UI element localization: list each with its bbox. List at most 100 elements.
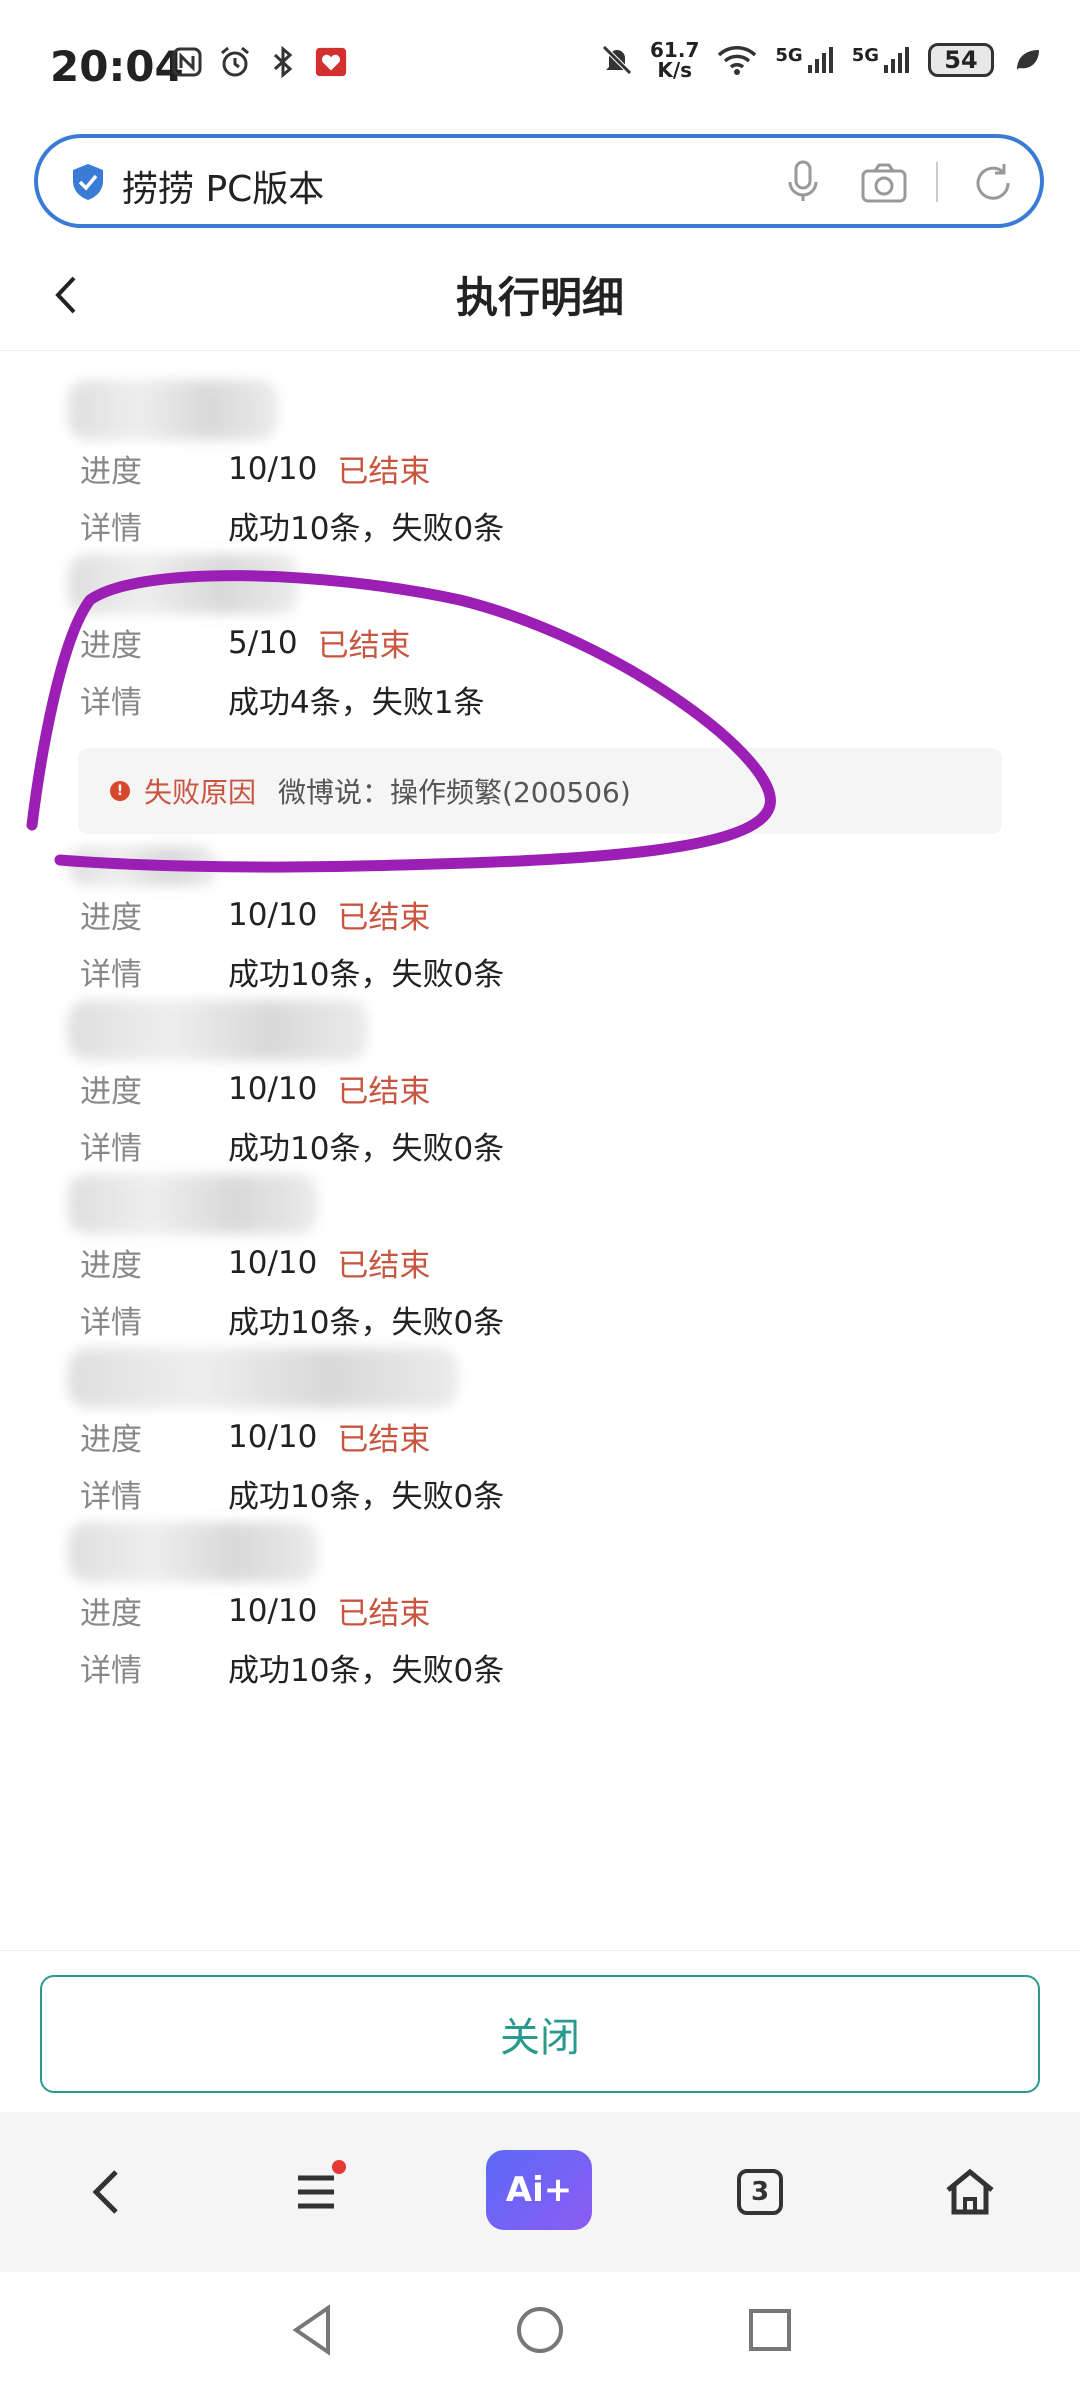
progress-label: 进度 (80, 1422, 142, 1458)
status-badge: 已结束 (317, 628, 411, 664)
detail-value: 成功10条，失败0条 (228, 1131, 505, 1167)
ai-button[interactable]: Ai+ (486, 2150, 592, 2230)
detail-row: 详情 成功10条，失败0条 (80, 1465, 1080, 1522)
progress-label: 进度 (80, 900, 142, 936)
detail-value: 成功10条，失败0条 (228, 1479, 505, 1515)
detail-value: 成功10条，失败0条 (228, 1653, 505, 1689)
blurred-task-name (68, 380, 278, 440)
page-title: 执行明细 (455, 273, 624, 322)
system-nav-bar (0, 2272, 1080, 2386)
progress-value: 10/10 (228, 1592, 318, 1629)
progress-value: 10/10 (228, 450, 318, 487)
status-badge: 已结束 (337, 900, 431, 936)
home-icon[interactable] (930, 2152, 1010, 2232)
progress-row: 进度 10/10 已结束 (80, 1582, 1080, 1639)
app-notification-icon (314, 45, 348, 79)
nav-back-icon[interactable] (284, 2302, 340, 2358)
wifi-icon (715, 43, 759, 77)
net-speed-value: 61.7 (650, 38, 700, 62)
status-badge: 已结束 (337, 454, 431, 490)
detail-row: 详情 成功10条，失败0条 (80, 1117, 1080, 1174)
blurred-task-name (68, 1348, 458, 1408)
signal-label-2: 5G (851, 45, 879, 66)
notification-dot (332, 2160, 346, 2174)
battery-icon: 54 (928, 43, 994, 77)
detail-row: 详情 成功10条，失败0条 (80, 943, 1080, 1000)
blurred-task-name (68, 1522, 318, 1582)
detail-value: 成功10条，失败0条 (228, 957, 505, 993)
nav-recents-icon[interactable] (742, 2302, 798, 2358)
status-badge: 已结束 (337, 1422, 431, 1458)
browser-back-icon[interactable] (66, 2152, 146, 2232)
status-icons-left (170, 45, 348, 79)
progress-row: 进度 10/10 已结束 (80, 440, 1080, 497)
nfc-icon (170, 45, 204, 79)
task-list: 进度 10/10 已结束 详情 成功10条，失败0条 进度 5/10 已结束 详… (0, 380, 1080, 1696)
progress-value: 10/10 (228, 1244, 318, 1281)
progress-value: 5/10 (228, 624, 298, 661)
blurred-task-name (68, 1174, 318, 1234)
signal-label-1: 5G (775, 45, 803, 66)
detail-row: 详情 成功10条，失败0条 (80, 1639, 1080, 1696)
shield-icon (68, 162, 108, 202)
tabs-button[interactable]: 3 (720, 2152, 800, 2232)
blurred-task-name (68, 554, 298, 614)
search-bar[interactable]: 捞捞 PC版本 (34, 134, 1044, 228)
progress-value: 10/10 (228, 1418, 318, 1455)
detail-value: 成功4条，失败1条 (228, 685, 485, 721)
close-button[interactable]: 关闭 (40, 1975, 1040, 2093)
error-icon: ! (110, 781, 130, 801)
task-item: 进度 5/10 已结束 详情 成功4条，失败1条 ! 失败原因 微博说：操作频繁… (0, 554, 1080, 834)
progress-row: 进度 10/10 已结束 (80, 1060, 1080, 1117)
detail-row: 详情 成功10条，失败0条 (80, 1291, 1080, 1348)
detail-label: 详情 (80, 957, 142, 993)
detail-label: 详情 (80, 685, 142, 721)
progress-row: 进度 10/10 已结束 (80, 886, 1080, 943)
status-badge: 已结束 (337, 1074, 431, 1110)
detail-label: 详情 (80, 1479, 142, 1515)
task-item: 进度 10/10 已结束 详情 成功10条，失败0条 (0, 846, 1080, 1000)
camera-icon[interactable] (858, 158, 910, 208)
failure-reason-box: ! 失败原因 微博说：操作频繁(200506) (78, 748, 1002, 834)
status-badge: 已结束 (337, 1596, 431, 1632)
progress-row: 进度 10/10 已结束 (80, 1408, 1080, 1465)
status-icons-right: 61.7 K/s 5G 5G 54 (600, 40, 1044, 80)
status-bar: 20:04 61.7 K/s 5G 5G 54 (0, 0, 1080, 130)
progress-row: 进度 10/10 已结束 (80, 1234, 1080, 1291)
page-header: 执行明细 (0, 240, 1080, 351)
browser-toolbar: Ai+ 3 (0, 2112, 1080, 2272)
detail-value: 成功10条，失败0条 (228, 1305, 505, 1341)
net-speed-unit: K/s (657, 58, 693, 82)
signal-5g-icon: 5G (775, 45, 835, 75)
progress-label: 进度 (80, 628, 142, 664)
progress-value: 10/10 (228, 1070, 318, 1107)
detail-label: 详情 (80, 511, 142, 547)
status-badge: 已结束 (337, 1248, 431, 1284)
mute-icon (600, 43, 634, 77)
menu-icon[interactable] (276, 2152, 356, 2232)
detail-label: 详情 (80, 1131, 142, 1167)
task-item: 进度 10/10 已结束 详情 成功10条，失败0条 (0, 1348, 1080, 1522)
task-item: 进度 10/10 已结束 详情 成功10条，失败0条 (0, 1522, 1080, 1696)
progress-label: 进度 (80, 1074, 142, 1110)
progress-value: 10/10 (228, 896, 318, 933)
search-divider (936, 162, 938, 202)
microphone-icon[interactable] (778, 156, 828, 206)
progress-label: 进度 (80, 1248, 142, 1284)
alarm-icon (218, 45, 252, 79)
nav-home-icon[interactable] (512, 2302, 568, 2358)
detail-label: 详情 (80, 1305, 142, 1341)
progress-label: 进度 (80, 1596, 142, 1632)
detail-label: 详情 (80, 1653, 142, 1689)
detail-row: 详情 成功4条，失败1条 (80, 671, 1080, 728)
task-item: 进度 10/10 已结束 详情 成功10条，失败0条 (0, 1000, 1080, 1174)
refresh-icon[interactable] (968, 158, 1018, 208)
blurred-task-name (68, 1000, 368, 1060)
bottom-action-area: 关闭 (0, 1950, 1080, 2111)
search-text[interactable]: 捞捞 PC版本 (122, 160, 324, 212)
detail-value: 成功10条，失败0条 (228, 511, 505, 547)
status-time: 20:04 (50, 42, 184, 91)
detail-row: 详情 成功10条，失败0条 (80, 497, 1080, 554)
task-item: 进度 10/10 已结束 详情 成功10条，失败0条 (0, 1174, 1080, 1348)
leaf-icon (1010, 43, 1044, 77)
